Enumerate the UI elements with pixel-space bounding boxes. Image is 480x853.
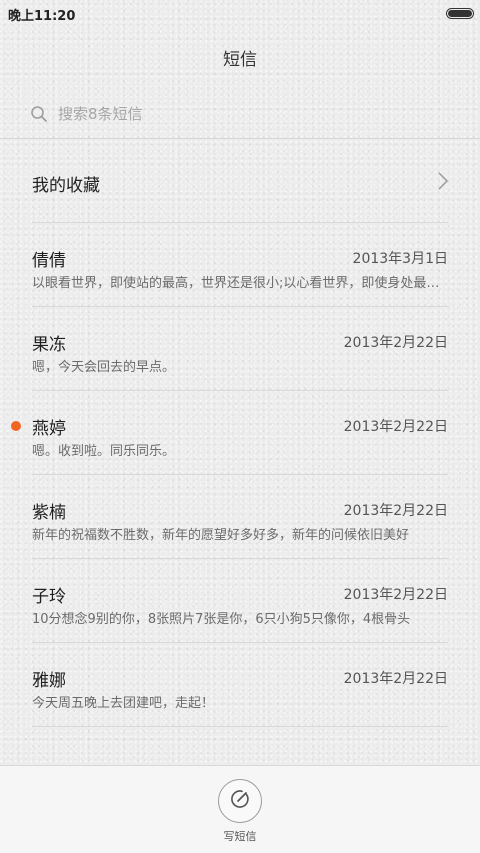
page-title: 短信 — [223, 50, 257, 70]
message-preview: 10分想念9别的你，8张照片7张是你，6只小狗5只像你，4根骨头 — [32, 612, 411, 627]
message-preview: 嗯。收到啦。同乐同乐。 — [32, 444, 176, 459]
conversation-item[interactable]: 雅娜 2013年2月22日 今天周五晚上去团建吧，走起！ — [0, 643, 480, 727]
battery-icon — [446, 8, 474, 19]
search-input[interactable] — [58, 105, 418, 123]
contact-name: 果冻 — [32, 335, 66, 355]
compose-button[interactable] — [218, 779, 262, 823]
search-icon — [30, 105, 48, 123]
conversation-item[interactable]: 燕婷 2013年2月22日 嗯。收到啦。同乐同乐。 — [0, 391, 480, 475]
contact-name: 倩倩 — [32, 251, 66, 271]
contact-name: 紫楠 — [32, 503, 66, 523]
unread-dot-icon — [11, 421, 21, 431]
contact-name: 子玲 — [32, 587, 66, 607]
favorites-label: 我的收藏 — [32, 176, 100, 196]
message-preview: 新年的祝福数不胜数，新年的愿望好多好多，新年的问候依旧美好 — [32, 528, 410, 543]
compose-icon — [229, 788, 251, 814]
message-preview: 以眼看世界，即使站的最高，世界还是很小;以心看世界，即使身处最低，世界也是广阔的 — [32, 276, 448, 291]
contact-name: 燕婷 — [32, 419, 66, 439]
bottom-bar: 写短信 — [0, 765, 480, 853]
message-date: 2013年3月1日 — [352, 251, 448, 267]
favorites-row[interactable]: 我的收藏 — [0, 139, 480, 223]
status-bar: 晚上11:20 — [0, 0, 480, 28]
conversation-item[interactable]: 子玲 2013年2月22日 10分想念9别的你，8张照片7张是你，6只小狗5只像… — [0, 559, 480, 643]
conversation-item[interactable]: 倩倩 2013年3月1日 以眼看世界，即使站的最高，世界还是很小;以心看世界，即… — [0, 223, 480, 307]
message-date: 2013年2月22日 — [343, 587, 448, 603]
conversation-item[interactable]: 紫楠 2013年2月22日 新年的祝福数不胜数，新年的愿望好多好多，新年的问候依… — [0, 475, 480, 559]
message-preview: 今天周五晚上去团建吧，走起！ — [32, 696, 215, 711]
message-date: 2013年2月22日 — [343, 335, 448, 351]
message-preview: 嗯，今天会回去的早点。 — [32, 360, 176, 375]
list-divider — [32, 726, 448, 727]
compose-label: 写短信 — [223, 830, 257, 843]
message-date: 2013年2月22日 — [343, 503, 448, 519]
search-bar[interactable] — [30, 100, 450, 128]
message-date: 2013年2月22日 — [343, 671, 448, 687]
contact-name: 雅娜 — [32, 671, 66, 691]
battery-fill — [448, 10, 472, 17]
message-date: 2013年2月22日 — [343, 419, 448, 435]
chevron-right-icon — [436, 171, 450, 191]
conversation-item[interactable]: 果冻 2013年2月22日 嗯，今天会回去的早点。 — [0, 307, 480, 391]
status-time: 晚上11:20 — [8, 9, 76, 24]
